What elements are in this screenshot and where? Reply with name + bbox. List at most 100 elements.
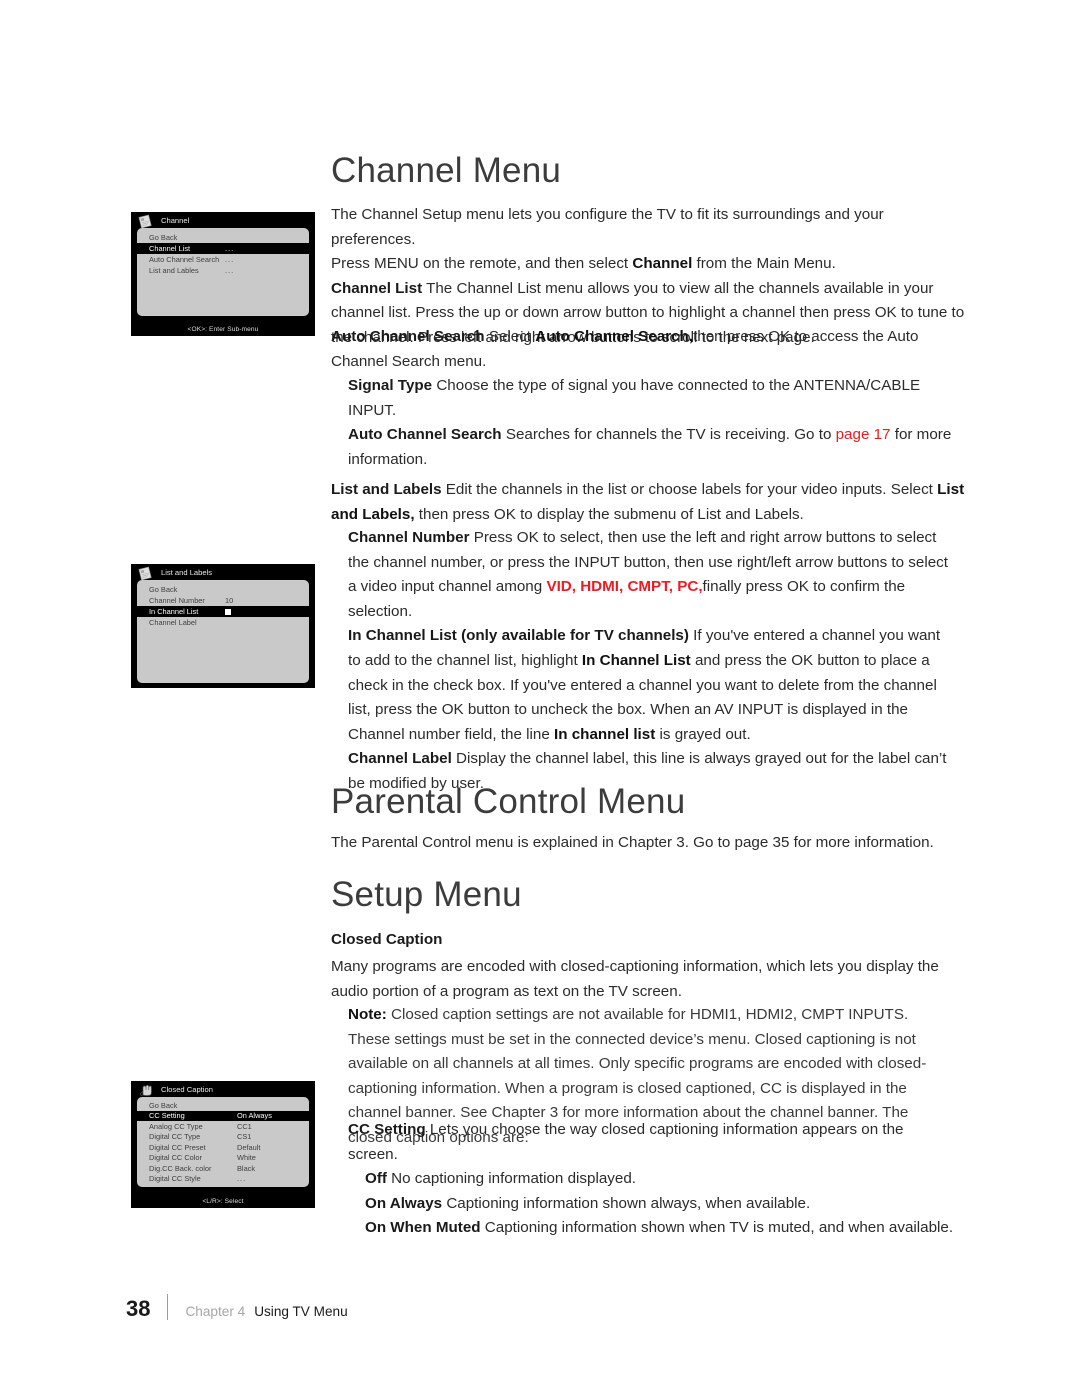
- tv-menu-item-value: Default: [237, 1142, 261, 1152]
- link-page-17[interactable]: page 17: [836, 426, 891, 443]
- term-in-channel-list-inline: In Channel List: [581, 651, 691, 669]
- tv-menu-item-go-back[interactable]: Go Back: [137, 584, 309, 595]
- intro-text-c: from the Main Menu.: [692, 255, 836, 273]
- checkbox-icon[interactable]: [225, 609, 231, 616]
- tv-menu-item-dig-cc-back-color[interactable]: Dig.CC Back. color Black: [137, 1163, 309, 1174]
- tv-menu-panel-channel: Go Back Channel List ... Auto Channel Se…: [137, 228, 309, 316]
- footer-chapter: Chapter 4: [185, 1304, 246, 1319]
- tv-menu-item-label: List and Lables: [149, 266, 199, 275]
- paragraph-cc-option-on-always: On Always Captioning information shown a…: [348, 1192, 954, 1217]
- page-document-icon: [137, 214, 157, 229]
- tv-menu-item-label: In Channel List: [149, 607, 199, 616]
- tv-menu-item-go-back[interactable]: Go Back: [137, 1100, 309, 1111]
- tv-menu-item-label: Channel Number: [149, 596, 205, 605]
- tv-menu-item-label: Auto Channel Search: [149, 255, 220, 264]
- text-auto-search2-a: Searches for channels the TV is receivin…: [501, 426, 836, 444]
- tv-menu-item-cc-setting[interactable]: CC Setting On Always: [137, 1110, 309, 1121]
- paragraph-cc-setting-group: CC Setting Lets you choose the way close…: [331, 1118, 954, 1241]
- paragraph-many-programs: Many programs are encoded with closed-ca…: [331, 958, 939, 1000]
- tv-menu-item-channel-number[interactable]: Channel Number 10: [137, 595, 309, 606]
- paragraph-signal-type: Signal Type Choose the type of signal yo…: [348, 374, 954, 423]
- tv-menu-item-label: Digital CC Type: [149, 1132, 201, 1142]
- tv-menu-item-digital-cc-type[interactable]: Digital CC Type CS1: [137, 1132, 309, 1143]
- text-in-channel-list-e: is grayed out.: [655, 725, 751, 743]
- term-channel-number: Channel Number: [348, 529, 470, 546]
- page-footer: 38 Chapter 4 Using TV Menu: [126, 1290, 348, 1320]
- footer-page-number: 38: [126, 1296, 151, 1321]
- intro-text-a: Press MENU on the remote, and then selec…: [331, 255, 633, 273]
- text-cc-on-always: Captioning information shown always, whe…: [442, 1194, 811, 1212]
- page-document-icon: [137, 566, 157, 581]
- tv-menu-item-digital-cc-color[interactable]: Digital CC Color White: [137, 1153, 309, 1164]
- tv-menu-item-label: Go Back: [149, 1100, 178, 1110]
- footer-chapter-title: Using TV Menu: [254, 1304, 348, 1319]
- tv-menu-hint-channel: <OK>: Enter Sub-menu: [187, 326, 259, 333]
- paragraph-list-and-labels: List and Labels Edit the channels in the…: [331, 478, 971, 527]
- tv-menu-item-value: ...: [225, 266, 235, 275]
- paragraph-cc-option-on-when-muted: On When Muted Captioning information sho…: [348, 1216, 954, 1241]
- tv-menu-item-auto-channel-search[interactable]: Auto Channel Search ...: [137, 254, 309, 265]
- text-list-labels-a: Edit the channels in the list or choose …: [441, 481, 938, 498]
- tv-menu-item-label: Channel List: [149, 244, 191, 253]
- tv-menu-item-label: Dig.CC Back. color: [149, 1163, 212, 1173]
- tv-menu-item-value: ...: [225, 255, 235, 264]
- paragraph-auto-channel-search: Auto Channel Search Select Auto Channel …: [331, 325, 971, 374]
- hand-pointer-icon: [137, 1083, 157, 1097]
- term-list-and-labels: List and Labels: [331, 481, 442, 498]
- tv-menu-item-in-channel-list[interactable]: In Channel List: [137, 606, 309, 617]
- text-cc-setting: Lets you choose the way closed captionin…: [348, 1121, 904, 1163]
- paragraph-auto-channel-search-2: Auto Channel Search Searches for channel…: [348, 423, 954, 472]
- tv-menu-item-label: CC Setting: [149, 1111, 185, 1121]
- tv-menu-item-digital-cc-style[interactable]: Digital CC Style ...: [137, 1174, 309, 1185]
- tv-menu-item-analog-cc-type[interactable]: Analog CC Type CC1: [137, 1121, 309, 1132]
- text-signal-type: Choose the type of signal you have conne…: [348, 377, 921, 419]
- paragraph-channel-number-group: Channel Number Press OK to select, then …: [331, 526, 954, 797]
- paragraph-cc-option-off: Off No captioning information displayed.: [348, 1167, 954, 1192]
- tv-menu-item-label: Digital CC Preset: [149, 1142, 206, 1152]
- text-auto-search-a: Select: [484, 328, 536, 345]
- term-in-channel-list: In Channel List (only available for TV c…: [348, 627, 689, 645]
- tv-menu-item-digital-cc-preset[interactable]: Digital CC Preset Default: [137, 1142, 309, 1153]
- term-auto-channel-search-inline: Auto Channel Search,: [535, 328, 694, 345]
- term-auto-channel-search: Auto Channel Search: [331, 328, 485, 345]
- tv-menu-item-label: Digital CC Style: [149, 1174, 201, 1184]
- text-list-labels-c: then press OK to display the submenu of …: [414, 505, 804, 523]
- term-cc-off: Off: [365, 1170, 387, 1188]
- term-channel-label: Channel Label: [348, 750, 452, 768]
- paragraph-intro-line1: The Channel Setup menu lets you configur…: [331, 206, 884, 248]
- tv-menu-item-value: [225, 607, 299, 616]
- tv-menu-item-value: On Always: [237, 1111, 272, 1121]
- paragraph-intro-line2: Press MENU on the remote, and then selec…: [331, 252, 971, 277]
- tv-menu-item-value: Black: [237, 1163, 256, 1173]
- tv-menu-item-label: Digital CC Color: [149, 1153, 202, 1163]
- tv-menu-title-row-closed-caption: Closed Caption: [131, 1081, 315, 1097]
- tv-menu-hint-closed-caption: <L/R>: Select: [202, 1198, 244, 1205]
- paragraph-channel-label: Channel Label Display the channel label,…: [348, 747, 954, 796]
- tv-menu-item-go-back[interactable]: Go Back: [137, 232, 309, 243]
- tv-menu-item-label: Analog CC Type: [149, 1121, 203, 1131]
- tv-menu-item-channel-list[interactable]: Channel List ...: [137, 243, 309, 254]
- tv-menu-title-channel: Channel: [161, 215, 190, 225]
- tv-menu-item-value: CS1: [237, 1132, 252, 1142]
- term-channel-list: Channel List: [331, 279, 423, 297]
- paragraph-cc-setting: CC Setting Lets you choose the way close…: [348, 1118, 954, 1167]
- tv-menu-screenshot-channel: Channel Go Back Channel List ... Auto Ch…: [131, 212, 315, 336]
- term-cc-on-always: On Always: [365, 1194, 443, 1212]
- tv-menu-screenshot-list-and-labels: List and Labels Go Back Channel Number 1…: [131, 564, 315, 688]
- paragraph-in-channel-list: In Channel List (only available for TV c…: [348, 624, 954, 747]
- tv-menu-screenshot-closed-caption: Closed Caption Go Back CC Setting On Alw…: [131, 1081, 315, 1208]
- paragraph-parental-control: The Parental Control menu is explained i…: [331, 834, 934, 851]
- subheading-closed-caption: Closed Caption: [331, 931, 443, 948]
- intro-term-channel: Channel: [632, 255, 693, 273]
- tv-menu-title-row-list-and-labels: List and Labels: [131, 564, 315, 581]
- tv-menu-title-closed-caption: Closed Caption: [161, 1084, 213, 1094]
- page-title-channel-menu: Channel Menu: [331, 151, 562, 190]
- section-title-setup-menu: Setup Menu: [331, 875, 522, 914]
- term-cc-setting: CC Setting: [348, 1121, 426, 1138]
- tv-menu-item-label: Go Back: [149, 233, 178, 242]
- tv-menu-item-list-and-lables[interactable]: List and Lables ...: [137, 265, 309, 276]
- tv-menu-item-channel-label[interactable]: Channel Label: [137, 617, 309, 628]
- paragraph-channel-number: Channel Number Press OK to select, then …: [348, 526, 954, 624]
- paragraph-signal-type-group: Signal Type Choose the type of signal yo…: [331, 374, 954, 472]
- text-cc-off: No captioning information displayed.: [386, 1170, 636, 1188]
